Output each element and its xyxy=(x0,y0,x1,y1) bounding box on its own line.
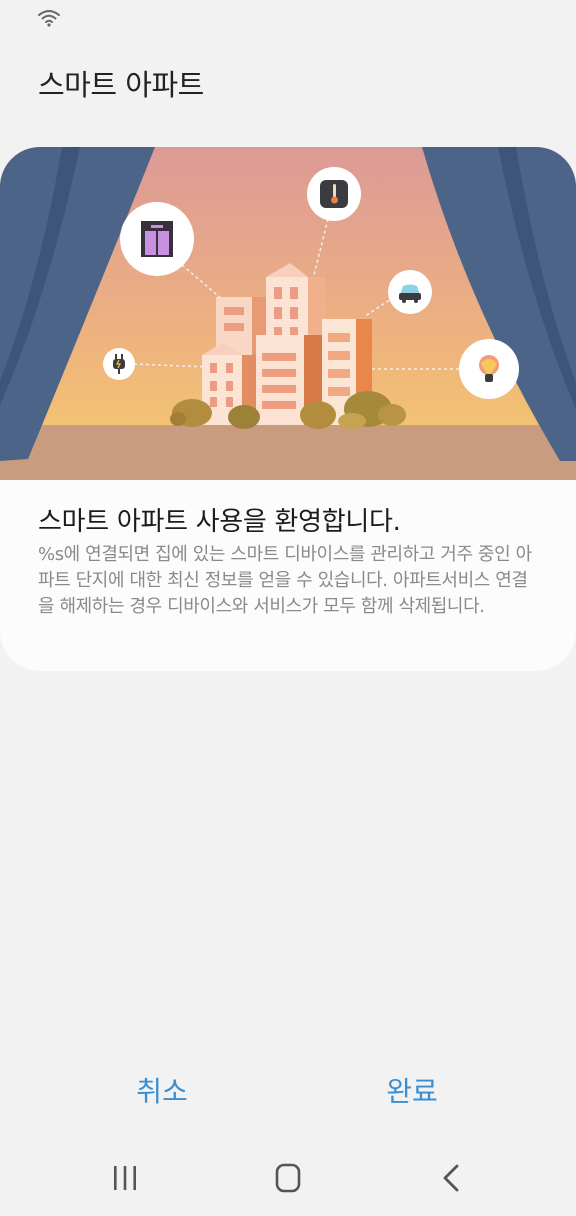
welcome-card: 스마트 아파트 사용을 환영합니다. %s에 연결되면 집에 있는 스마트 디바… xyxy=(0,147,576,671)
thermometer-icon xyxy=(307,167,361,221)
page-title: 스마트 아파트 xyxy=(38,68,204,102)
welcome-description: %s에 연결되면 집에 있는 스마트 디바이스를 관리하고 거주 중인 아파트 … xyxy=(38,544,532,617)
wifi-icon xyxy=(38,10,60,27)
cancel-button[interactable]: 취소 xyxy=(62,1068,262,1116)
status-bar xyxy=(0,0,576,40)
smart-apartment-illustration xyxy=(0,147,576,480)
done-button[interactable]: 완료 xyxy=(312,1068,512,1116)
navigation-bar xyxy=(0,1140,576,1216)
car-icon xyxy=(388,270,432,314)
back-icon[interactable] xyxy=(430,1160,474,1196)
plug-icon xyxy=(103,348,135,380)
recents-icon[interactable] xyxy=(103,1160,147,1196)
welcome-heading: 스마트 아파트 사용을 환영합니다. xyxy=(38,507,401,537)
home-icon[interactable] xyxy=(266,1160,310,1196)
elevator-icon xyxy=(120,202,194,276)
lightbulb-icon xyxy=(459,339,519,399)
